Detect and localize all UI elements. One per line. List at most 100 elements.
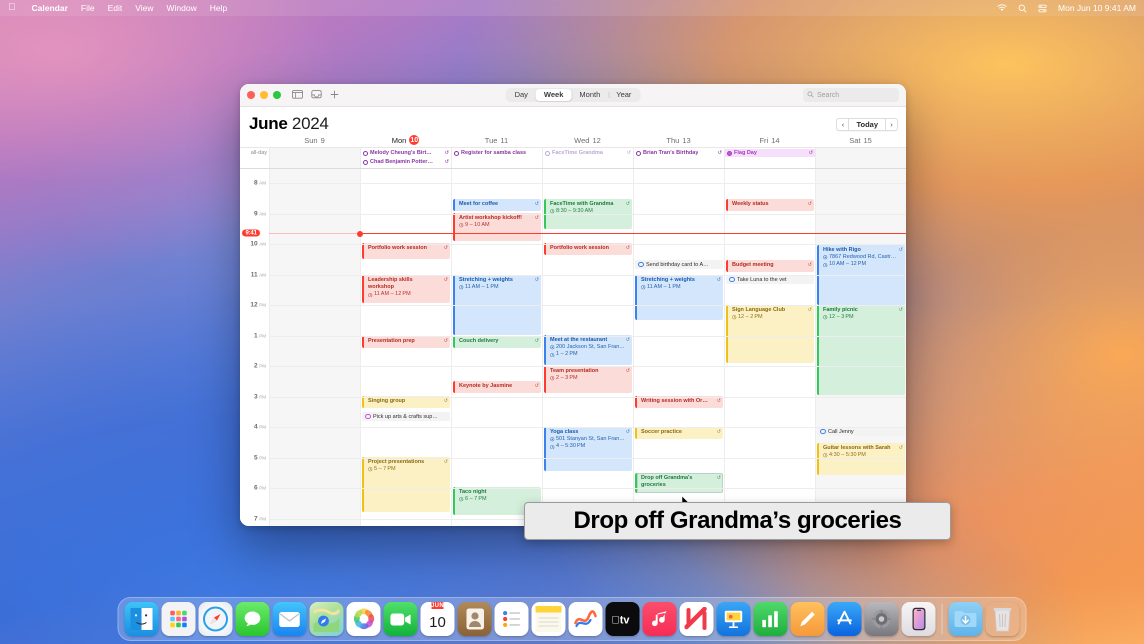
spotlight-search-icon[interactable] [1018,4,1027,13]
app-store-icon[interactable] [827,602,862,636]
calendar-event[interactable]: Weekly status ↺ [726,199,814,211]
finder-icon[interactable] [124,602,159,636]
calendar-event[interactable]: Writing session with Or… ↺ [635,396,723,408]
calendar-list-icon[interactable] [292,86,303,104]
apple-menu-icon[interactable]:  [8,3,16,13]
reminder-checkbox-icon[interactable] [365,413,371,420]
calendar-reminder[interactable]: Call Jenny [817,427,905,436]
day-header-mon[interactable]: Mon 10 [360,133,451,147]
window-controls[interactable] [247,91,281,99]
photos-icon[interactable] [346,602,381,636]
menu-item-calendar[interactable]: Calendar [32,3,68,13]
reminder-checkbox-icon[interactable] [729,276,735,283]
calendar-event[interactable]: Couch delivery ↺ [453,336,541,348]
reminder-checkbox-icon[interactable] [820,428,826,435]
iphone-mirroring-icon[interactable] [901,602,936,636]
calendar-icon[interactable]: JUN 10 [420,602,455,636]
day-header-sat[interactable]: Sat 15 [815,133,906,147]
add-event-icon[interactable] [330,86,339,104]
maximize-button[interactable] [273,91,281,99]
numbers-icon[interactable] [753,602,788,636]
day-column-tue[interactable]: Meet for coffee ↺ Artist workshop kickoff!… [451,169,542,526]
close-button[interactable] [247,91,255,99]
day-header-thu[interactable]: Thu 13 [633,133,724,147]
contacts-icon[interactable] [457,602,492,636]
menubar-clock[interactable]: Mon Jun 10 9:41 AM [1058,3,1136,13]
facetime-icon[interactable] [383,602,418,636]
day-columns-area[interactable]: Portfolio work session ↺ Leadership skills… [269,169,906,526]
all-day-event[interactable]: Flag Day ↺ [725,149,815,157]
messages-icon[interactable] [235,602,270,636]
news-icon[interactable] [679,602,714,636]
mail-icon[interactable] [272,602,307,636]
freeform-icon[interactable] [568,602,603,636]
reminders-icon[interactable] [494,602,529,636]
tab-day[interactable]: Day [507,89,536,102]
calendar-event[interactable]: Budget meeting ↺ [726,260,814,272]
all-day-cell-fri[interactable]: Flag Day ↺ [724,148,815,168]
all-day-cell-mon[interactable]: Melody Cheung's Birt… ↺ Chad Benjamin Pott… [360,148,451,168]
notes-icon[interactable] [531,602,566,636]
pages-icon[interactable] [790,602,825,636]
control-center-icon[interactable] [1038,4,1047,13]
all-day-event[interactable]: FaceTime Grandma ↺ [543,149,633,157]
wifi-icon[interactable] [997,4,1007,12]
trash-icon[interactable] [986,602,1020,636]
reminder-checkbox-icon[interactable] [638,261,644,268]
day-column-fri[interactable]: Weekly status ↺ Budget meeting ↺ Sign Langua… [724,169,815,526]
menu-item-edit[interactable]: Edit [108,3,123,13]
today-button[interactable]: Today [849,118,885,131]
menu-item-help[interactable]: Help [210,3,227,13]
maps-icon[interactable] [309,602,344,636]
calendar-reminder[interactable]: Pick up arts & crafts sup… [362,412,450,421]
tab-month[interactable]: Month [571,89,608,102]
all-day-event[interactable]: Brian Tran's Birthday ↺ [634,149,724,157]
calendar-event[interactable]: Meet for coffee ↺ [453,199,541,211]
launchpad-icon[interactable] [161,602,196,636]
previous-week-button[interactable]: ‹ [836,118,850,131]
next-week-button[interactable]: › [885,118,898,131]
day-column-wed[interactable]: FaceTime with Grandma 8:30 – 9:30 AM ↺ Port… [542,169,633,526]
all-day-cell-thu[interactable]: Brian Tran's Birthday ↺ [633,148,724,168]
tab-year[interactable]: Year [608,89,639,102]
system-settings-icon[interactable] [864,602,899,636]
calendar-reminder[interactable]: Send birthday card to A… [635,260,723,269]
calendar-event[interactable]: Artist workshop kickoff! 9 – 10 AM ↺ [453,213,541,241]
calendar-event[interactable]: Team presentation 2 – 3 PM ↺ [544,366,632,393]
inbox-icon[interactable] [311,86,322,104]
keynote-icon[interactable] [716,602,751,636]
tab-week[interactable]: Week [535,88,572,102]
calendar-event[interactable]: Stretching + weights 11 AM – 1 PM ↺ [635,275,723,320]
day-column-sun[interactable] [269,169,360,526]
calendar-event[interactable]: Presentation prep ↺ [362,336,450,348]
calendar-event[interactable]: Meet at the restaurant 200 Jackson St, Sa… [544,335,632,365]
calendar-event[interactable]: Project presentations 5 – 7 PM ↺ [362,457,450,512]
calendar-event[interactable]: Portfolio work session ↺ [362,243,450,259]
all-day-cell-wed[interactable]: FaceTime Grandma ↺ [542,148,633,168]
calendar-event[interactable]: Family picnic 12 – 3 PM ↺ [817,305,905,395]
calendar-event[interactable]: Soccer practice ↺ [635,427,723,439]
calendar-event[interactable]: Yoga class 501 Stanyan St, San Fran… 4 – 5… [544,427,632,471]
safari-icon[interactable] [198,602,233,636]
calendar-event[interactable]: Sign Language Club 12 – 2 PM ↺ [726,305,814,363]
all-day-cell-sun[interactable] [269,148,360,168]
all-day-event[interactable]: Chad Benjamin Potter… ↺ [361,158,451,166]
menu-item-window[interactable]: Window [167,3,197,13]
calendar-event[interactable]: Drop off Grandma's groceries ↺ [635,473,723,493]
calendar-reminder[interactable]: Take Luna to the vet [726,275,814,284]
calendar-event[interactable]: Singing group ↺ [362,396,450,408]
all-day-event[interactable]: Melody Cheung's Birt… ↺ [361,149,451,157]
calendar-grid[interactable]: Portfolio work session ↺ Leadership skills… [240,169,906,526]
day-column-mon[interactable]: Portfolio work session ↺ Leadership skills… [360,169,451,526]
navigation-group[interactable]: ‹ Today › [836,118,898,131]
day-header-fri[interactable]: Fri 14 [724,133,815,147]
menu-item-view[interactable]: View [135,3,153,13]
calendar-event[interactable]: Keynote by Jasmine ↺ [453,381,541,393]
calendar-event[interactable]: Leadership skills workshop 11 AM – 12 PM ↺ [362,275,450,303]
dock[interactable]: JUN 10 tv [117,597,1027,641]
all-day-cell-tue[interactable]: Register for samba class [451,148,542,168]
day-header-wed[interactable]: Wed 12 [542,133,633,147]
all-day-event[interactable]: Register for samba class [452,149,542,157]
day-column-sat[interactable]: Hike with Rigo 7867 Redwood Rd, Castr… 10 … [815,169,906,526]
search-field[interactable]: Search [803,88,899,102]
